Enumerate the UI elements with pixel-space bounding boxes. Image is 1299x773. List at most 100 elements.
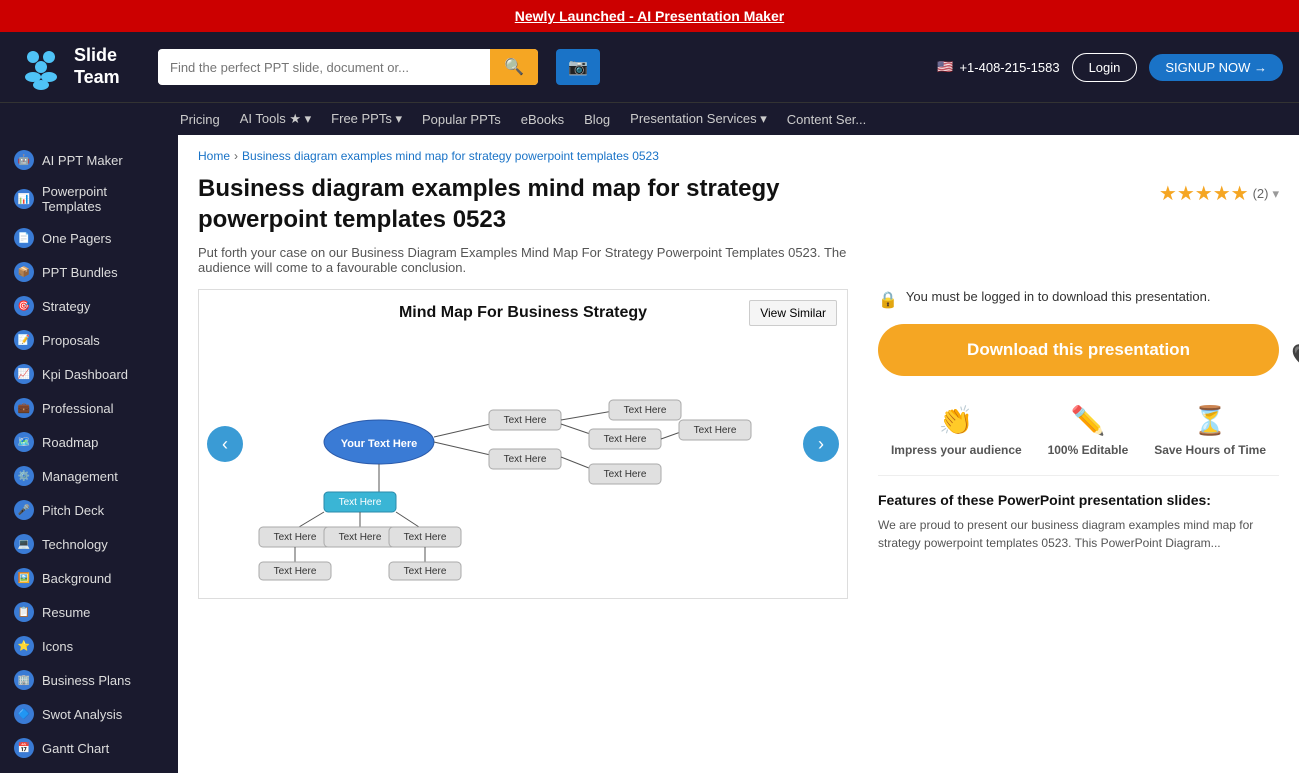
- roadmap-icon: 🗺️: [14, 432, 34, 452]
- search-input[interactable]: [158, 52, 490, 83]
- login-notice: 🔒 You must be logged in to download this…: [878, 289, 1279, 310]
- sidebar-label-management: Management: [42, 469, 118, 484]
- sidebar-label-business-plans: Business Plans: [42, 673, 131, 688]
- kpi-icon: 📈: [14, 364, 34, 384]
- one-pagers-icon: 📄: [14, 228, 34, 248]
- feature-editable: ✏️ 100% Editable: [1048, 404, 1129, 459]
- logo: Slide Team: [16, 42, 146, 92]
- feature-save-time: ⏳ Save Hours of Time: [1154, 404, 1266, 459]
- ppt-bundles-icon: 📦: [14, 262, 34, 282]
- sidebar-label-icons: Icons: [42, 639, 73, 654]
- sidebar-item-roadmap[interactable]: 🗺️ Roadmap: [0, 425, 178, 459]
- sidebar-label-gantt-chart: Gantt Chart: [42, 741, 109, 756]
- features-heading: Features of these PowerPoint presentatio…: [878, 492, 1279, 508]
- nav-pricing[interactable]: Pricing: [180, 104, 220, 135]
- sidebar-label-kpi-dashboard: Kpi Dashboard: [42, 367, 128, 382]
- nav-popular-ppts[interactable]: Popular PPTs: [422, 104, 501, 135]
- view-similar-button[interactable]: View Similar: [749, 300, 837, 326]
- download-button[interactable]: Download this presentation: [878, 324, 1279, 376]
- banner-link[interactable]: Newly Launched - AI Presentation Maker: [515, 8, 784, 24]
- sidebar-item-management[interactable]: ⚙️ Management: [0, 459, 178, 493]
- sidebar-label-powerpoint-templates: Powerpoint Templates: [42, 184, 164, 214]
- proposals-icon: 📝: [14, 330, 34, 350]
- svg-text:Text Here: Text Here: [339, 532, 382, 543]
- header-right: 🇺🇸 +1-408-215-1583 Login SIGNUP NOW →: [937, 53, 1283, 82]
- sidebar-item-powerpoint-templates[interactable]: 📊 Powerpoint Templates: [0, 177, 178, 221]
- svg-text:Text Here: Text Here: [339, 497, 382, 508]
- stars: ★★★★★: [1159, 181, 1249, 206]
- svg-text:Your Text Here: Your Text Here: [341, 438, 418, 450]
- sidebar-item-pitch-deck[interactable]: 🎤 Pitch Deck: [0, 493, 178, 527]
- sidebar-item-technology[interactable]: 💻 Technology: [0, 527, 178, 561]
- nav-ai-tools[interactable]: AI Tools ★ ▾: [240, 103, 311, 135]
- svg-text:Text Here: Text Here: [604, 469, 647, 480]
- breadcrumb-current[interactable]: Business diagram examples mind map for s…: [242, 149, 659, 163]
- editable-icon: ✏️: [1070, 404, 1105, 437]
- sidebar-item-background[interactable]: 🖼️ Background: [0, 561, 178, 595]
- resume-icon: 📋: [14, 602, 34, 622]
- svg-text:Text Here: Text Here: [604, 434, 647, 445]
- background-icon: 🖼️: [14, 568, 34, 588]
- content-area: Home › Business diagram examples mind ma…: [178, 135, 1299, 773]
- next-slide-button[interactable]: ›: [803, 426, 839, 462]
- svg-text:Text Here: Text Here: [504, 454, 547, 465]
- breadcrumb: Home › Business diagram examples mind ma…: [198, 149, 1279, 163]
- sidebar-item-one-pagers[interactable]: 📄 One Pagers: [0, 221, 178, 255]
- sidebar-item-kpi-dashboard[interactable]: 📈 Kpi Dashboard: [0, 357, 178, 391]
- breadcrumb-home[interactable]: Home: [198, 149, 230, 163]
- flag-icon: 🇺🇸: [937, 59, 953, 75]
- sidebar-label-resume: Resume: [42, 605, 90, 620]
- swot-icon: 🔷: [14, 704, 34, 724]
- features-row: 👏 Impress your audience ✏️ 100% Editable…: [878, 404, 1279, 476]
- login-button[interactable]: Login: [1072, 53, 1138, 82]
- sidebar-item-business-plans[interactable]: 🏢 Business Plans: [0, 663, 178, 697]
- nav-free-ppts[interactable]: Free PPTs ▾: [331, 103, 402, 135]
- ratings-area: ★★★★★ (2) ▾: [1159, 181, 1279, 206]
- sidebar-item-icons[interactable]: ⭐ Icons: [0, 629, 178, 663]
- camera-button[interactable]: 📷: [556, 49, 600, 85]
- search-button[interactable]: 🔍: [490, 49, 538, 85]
- nav-bar: Pricing AI Tools ★ ▾ Free PPTs ▾ Popular…: [0, 102, 1299, 135]
- sidebar-item-professional[interactable]: 💼 Professional: [0, 391, 178, 425]
- slide-area: Mind Map For Business Strategy View Simi…: [198, 289, 1279, 599]
- sidebar-item-resume[interactable]: 📋 Resume: [0, 595, 178, 629]
- sidebar-label-strategy: Strategy: [42, 299, 90, 314]
- sidebar-item-proposals[interactable]: 📝 Proposals: [0, 323, 178, 357]
- sidebar-label-pitch-deck: Pitch Deck: [42, 503, 104, 518]
- review-count: (2): [1253, 186, 1269, 201]
- strategy-icon: 🎯: [14, 296, 34, 316]
- sidebar-item-ai-ppt-maker[interactable]: 🤖 AI PPT Maker: [0, 143, 178, 177]
- svg-text:Text Here: Text Here: [504, 415, 547, 426]
- management-icon: ⚙️: [14, 466, 34, 486]
- logo-text: Slide Team: [74, 45, 120, 88]
- nav-content-ser[interactable]: Content Ser...: [787, 104, 867, 135]
- prev-slide-button[interactable]: ‹: [207, 426, 243, 462]
- sidebar-item-gantt-chart[interactable]: 📅 Gantt Chart: [0, 731, 178, 765]
- nav-presentation-services[interactable]: Presentation Services ▾: [630, 103, 767, 135]
- login-notice-text: You must be logged in to download this p…: [906, 289, 1211, 304]
- feature-save-time-label: Save Hours of Time: [1154, 443, 1266, 459]
- sidebar-label-professional: Professional: [42, 401, 114, 416]
- nav-blog[interactable]: Blog: [584, 104, 610, 135]
- product-title: Business diagram examples mind map for s…: [198, 173, 848, 235]
- favorite-button[interactable]: 🖤: [1291, 343, 1299, 372]
- title-row: Business diagram examples mind map for s…: [198, 173, 1279, 245]
- sidebar-item-ppt-bundles[interactable]: 📦 PPT Bundles: [0, 255, 178, 289]
- phone-number: +1-408-215-1583: [959, 60, 1059, 75]
- signup-button[interactable]: SIGNUP NOW →: [1149, 54, 1283, 81]
- sidebar-label-technology: Technology: [42, 537, 108, 552]
- sidebar-label-one-pagers: One Pagers: [42, 231, 111, 246]
- sidebar-item-swot-analysis[interactable]: 🔷 Swot Analysis: [0, 697, 178, 731]
- impress-icon: 👏: [939, 404, 974, 437]
- feature-impress: 👏 Impress your audience: [891, 404, 1022, 459]
- sidebar: 🤖 AI PPT Maker 📊 Powerpoint Templates 📄 …: [0, 135, 178, 773]
- sidebar-item-strategy[interactable]: 🎯 Strategy: [0, 289, 178, 323]
- top-banner: Newly Launched - AI Presentation Maker: [0, 0, 1299, 32]
- ratings-dropdown[interactable]: ▾: [1272, 186, 1279, 202]
- ppt-templates-icon: 📊: [14, 189, 34, 209]
- logo-icon: [16, 42, 66, 92]
- search-bar: 🔍: [158, 49, 538, 85]
- slide-preview-container: Mind Map For Business Strategy View Simi…: [198, 289, 848, 599]
- sidebar-label-ai-ppt-maker: AI PPT Maker: [42, 153, 123, 168]
- nav-ebooks[interactable]: eBooks: [521, 104, 564, 135]
